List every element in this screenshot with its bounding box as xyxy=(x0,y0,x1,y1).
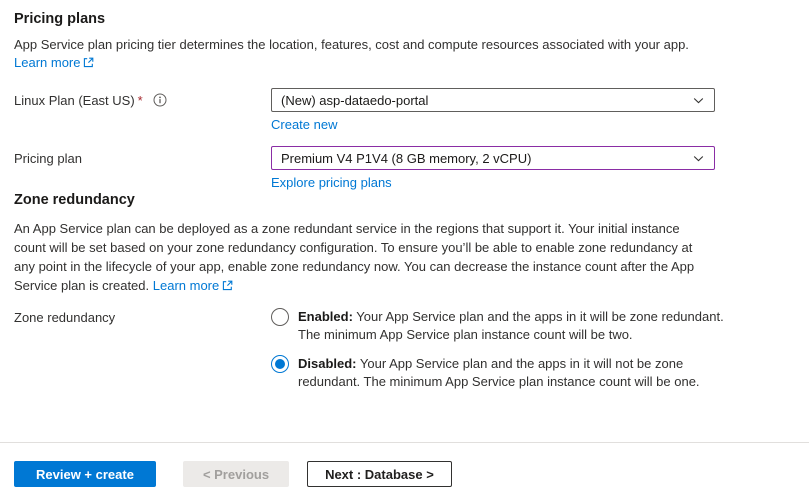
pricing-plan-label: Pricing plan xyxy=(14,151,82,166)
zone-redundancy-label: Zone redundancy xyxy=(14,310,116,325)
external-link-icon xyxy=(223,280,233,291)
radio-option-disabled[interactable]: Disabled: Your App Service plan and the … xyxy=(271,355,754,391)
review-create-button[interactable]: Review + create xyxy=(14,461,156,487)
pricing-plans-heading: Pricing plans xyxy=(14,11,106,27)
pricing-plan-dropdown-value: Premium V4 P1V4 (8 GB memory, 2 vCPU) xyxy=(281,150,532,166)
zone-learn-more-link[interactable]: Learn more xyxy=(153,278,233,293)
linux-plan-label: Linux Plan (East US) * xyxy=(14,88,271,109)
external-link-icon xyxy=(84,57,94,68)
pricing-learn-more-link[interactable]: Learn more xyxy=(14,55,94,70)
zone-redundancy-description: An App Service plan can be deployed as a… xyxy=(14,221,695,293)
zone-redundancy-radio-group: Enabled: Your App Service plan and the a… xyxy=(271,308,754,402)
info-icon[interactable] xyxy=(153,93,167,107)
chevron-down-icon xyxy=(692,152,705,165)
linux-plan-dropdown-value: (New) asp-dataedo-portal xyxy=(281,92,429,108)
zone-redundancy-heading: Zone redundancy xyxy=(14,192,135,208)
explore-pricing-plans-link[interactable]: Explore pricing plans xyxy=(271,175,392,191)
linux-plan-dropdown[interactable]: (New) asp-dataedo-portal xyxy=(271,88,715,112)
next-database-button[interactable]: Next : Database > xyxy=(307,461,452,487)
pricing-plans-description: App Service plan pricing tier determines… xyxy=(14,37,689,52)
zone-learn-more-label: Learn more xyxy=(152,278,220,293)
radio-button-enabled[interactable] xyxy=(271,308,289,326)
linux-plan-row: Linux Plan (East US) * (New) asp-dataedo-… xyxy=(14,88,715,133)
radio-enabled-text: Enabled: Your App Service plan and the a… xyxy=(298,309,724,342)
radio-button-disabled[interactable] xyxy=(271,355,289,373)
radio-disabled-text: Disabled: Your App Service plan and the … xyxy=(298,356,700,389)
chevron-down-icon xyxy=(692,94,705,107)
pricing-plan-row: Pricing plan Premium V4 P1V4 (8 GB memor… xyxy=(14,146,715,191)
footer-button-bar: Review + create < Previous Next : Databa… xyxy=(0,442,809,487)
pricing-plan-dropdown[interactable]: Premium V4 P1V4 (8 GB memory, 2 vCPU) xyxy=(271,146,715,170)
form-content: Pricing plans App Service plan pricing t… xyxy=(14,10,795,402)
required-asterisk: * xyxy=(137,93,143,108)
previous-button[interactable]: < Previous xyxy=(182,461,290,487)
radio-option-enabled[interactable]: Enabled: Your App Service plan and the a… xyxy=(271,308,754,344)
pricing-learn-more-label: Learn more xyxy=(14,55,81,70)
create-new-link[interactable]: Create new xyxy=(271,117,337,133)
zone-redundancy-row: Zone redundancy Enabled: Your App Servic… xyxy=(14,308,754,402)
